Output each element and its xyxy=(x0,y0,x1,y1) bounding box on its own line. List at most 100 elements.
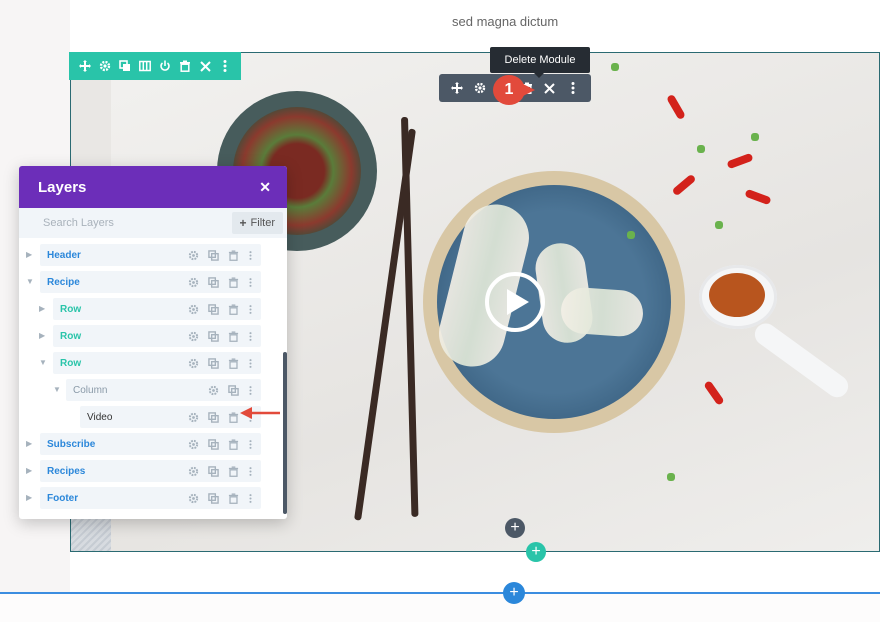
duplicate-icon[interactable] xyxy=(207,303,220,316)
layer-item-box[interactable]: Header xyxy=(40,244,261,266)
close-icon[interactable] xyxy=(197,58,213,74)
trash-icon[interactable] xyxy=(227,438,240,451)
power-icon[interactable] xyxy=(157,58,173,74)
columns-icon[interactable] xyxy=(137,58,153,74)
add-module-button[interactable]: + xyxy=(505,518,525,538)
photo-scallion xyxy=(611,63,619,71)
close-icon[interactable]: ✕ xyxy=(259,179,271,196)
layer-item-box[interactable]: Recipes xyxy=(40,460,261,482)
caret-down-icon[interactable]: ▼ xyxy=(53,386,61,394)
more-icon[interactable] xyxy=(247,492,253,505)
duplicate-icon[interactable] xyxy=(207,330,220,343)
layer-item-actions xyxy=(187,438,261,451)
duplicate-icon[interactable] xyxy=(207,465,220,478)
layer-item-box[interactable]: Footer xyxy=(40,487,261,509)
duplicate-icon[interactable] xyxy=(117,58,133,74)
trash-icon[interactable] xyxy=(177,58,193,74)
layer-item-actions xyxy=(187,357,261,370)
layer-item-label: Row xyxy=(60,303,82,315)
duplicate-icon[interactable] xyxy=(207,411,220,424)
layer-row-section[interactable]: ▶ Recipes xyxy=(19,458,287,485)
move-icon[interactable] xyxy=(449,80,465,96)
caret-down-icon[interactable]: ▼ xyxy=(39,359,47,367)
layer-item-box[interactable]: Row xyxy=(53,325,261,347)
caret-right-icon[interactable]: ▶ xyxy=(26,440,34,448)
layer-row-column[interactable]: ▼ Column xyxy=(19,377,287,404)
move-icon[interactable] xyxy=(77,58,93,74)
gear-icon[interactable] xyxy=(187,303,200,316)
gear-icon[interactable] xyxy=(187,411,200,424)
layer-row-row[interactable]: ▶ Row xyxy=(19,296,287,323)
layer-item-box[interactable]: Column xyxy=(66,379,261,401)
layer-item-label: Column xyxy=(73,384,108,396)
layer-item-box[interactable]: Row xyxy=(53,352,261,374)
gear-icon[interactable] xyxy=(187,330,200,343)
gear-icon[interactable] xyxy=(187,276,200,289)
intro-text-block: sed magna dictum xyxy=(452,0,880,31)
caret-right-icon[interactable]: ▶ xyxy=(26,251,34,259)
caret-right-icon[interactable]: ▶ xyxy=(26,494,34,502)
layers-scrollbar[interactable] xyxy=(283,352,287,514)
layer-item-label: Subscribe xyxy=(47,438,96,450)
delete-module-tooltip: Delete Module xyxy=(490,47,590,78)
more-icon[interactable] xyxy=(247,465,253,478)
duplicate-icon[interactable] xyxy=(207,357,220,370)
add-section-button[interactable]: + xyxy=(503,582,525,604)
trash-icon[interactable] xyxy=(227,411,240,424)
layer-row-row[interactable]: ▼ Row xyxy=(19,350,287,377)
gear-icon[interactable] xyxy=(472,80,488,96)
layer-row-section[interactable]: ▶ Footer xyxy=(19,485,287,512)
gear-icon[interactable] xyxy=(187,465,200,478)
layer-item-box[interactable]: Recipe xyxy=(40,271,261,293)
duplicate-icon[interactable] xyxy=(207,249,220,262)
layer-row-section[interactable]: ▶ Header xyxy=(19,242,287,269)
search-layers-input[interactable] xyxy=(41,216,205,230)
gear-icon[interactable] xyxy=(207,384,220,397)
layer-row-section[interactable]: ▶ Subscribe xyxy=(19,431,287,458)
duplicate-icon[interactable] xyxy=(227,384,240,397)
more-icon[interactable] xyxy=(247,249,253,262)
duplicate-icon[interactable] xyxy=(207,492,220,505)
gear-icon[interactable] xyxy=(187,249,200,262)
layers-panel-header: Layers ✕ xyxy=(19,166,287,208)
duplicate-icon[interactable] xyxy=(207,438,220,451)
trash-icon[interactable] xyxy=(227,465,240,478)
caret-right-icon[interactable]: ▶ xyxy=(39,305,47,313)
more-icon[interactable] xyxy=(247,357,253,370)
trash-icon[interactable] xyxy=(227,330,240,343)
caret-right-icon[interactable]: ▶ xyxy=(26,467,34,475)
more-icon[interactable] xyxy=(247,276,253,289)
gear-icon[interactable] xyxy=(187,357,200,370)
photo-scallion xyxy=(667,473,675,481)
more-icon[interactable] xyxy=(247,330,253,343)
duplicate-icon[interactable] xyxy=(207,276,220,289)
trash-icon[interactable] xyxy=(227,357,240,370)
layer-item-box[interactable]: Video xyxy=(80,406,261,428)
gear-icon[interactable] xyxy=(187,492,200,505)
more-icon[interactable] xyxy=(247,438,253,451)
trash-icon[interactable] xyxy=(227,276,240,289)
layer-item-actions xyxy=(187,303,261,316)
plus-icon: + xyxy=(239,216,247,230)
more-icon[interactable] xyxy=(217,58,233,74)
trash-icon[interactable] xyxy=(227,249,240,262)
more-icon[interactable] xyxy=(247,303,253,316)
layer-item-label: Footer xyxy=(47,492,79,504)
caret-down-icon[interactable]: ▼ xyxy=(26,278,34,286)
trash-icon[interactable] xyxy=(227,303,240,316)
close-icon[interactable] xyxy=(542,80,558,96)
more-icon[interactable] xyxy=(565,80,581,96)
gear-icon[interactable] xyxy=(97,58,113,74)
caret-right-icon[interactable]: ▶ xyxy=(39,332,47,340)
add-row-button[interactable]: + xyxy=(526,542,546,562)
trash-icon[interactable] xyxy=(227,492,240,505)
gear-icon[interactable] xyxy=(187,438,200,451)
more-icon[interactable] xyxy=(247,384,253,397)
filter-button[interactable]: + Filter xyxy=(231,212,283,234)
layer-row-row[interactable]: ▶ Row xyxy=(19,323,287,350)
layer-row-section[interactable]: ▼ Recipe xyxy=(19,269,287,296)
layer-item-box[interactable]: Subscribe xyxy=(40,433,261,455)
next-section-background xyxy=(0,594,880,622)
layer-item-box[interactable]: Row xyxy=(53,298,261,320)
play-button[interactable] xyxy=(485,272,545,332)
